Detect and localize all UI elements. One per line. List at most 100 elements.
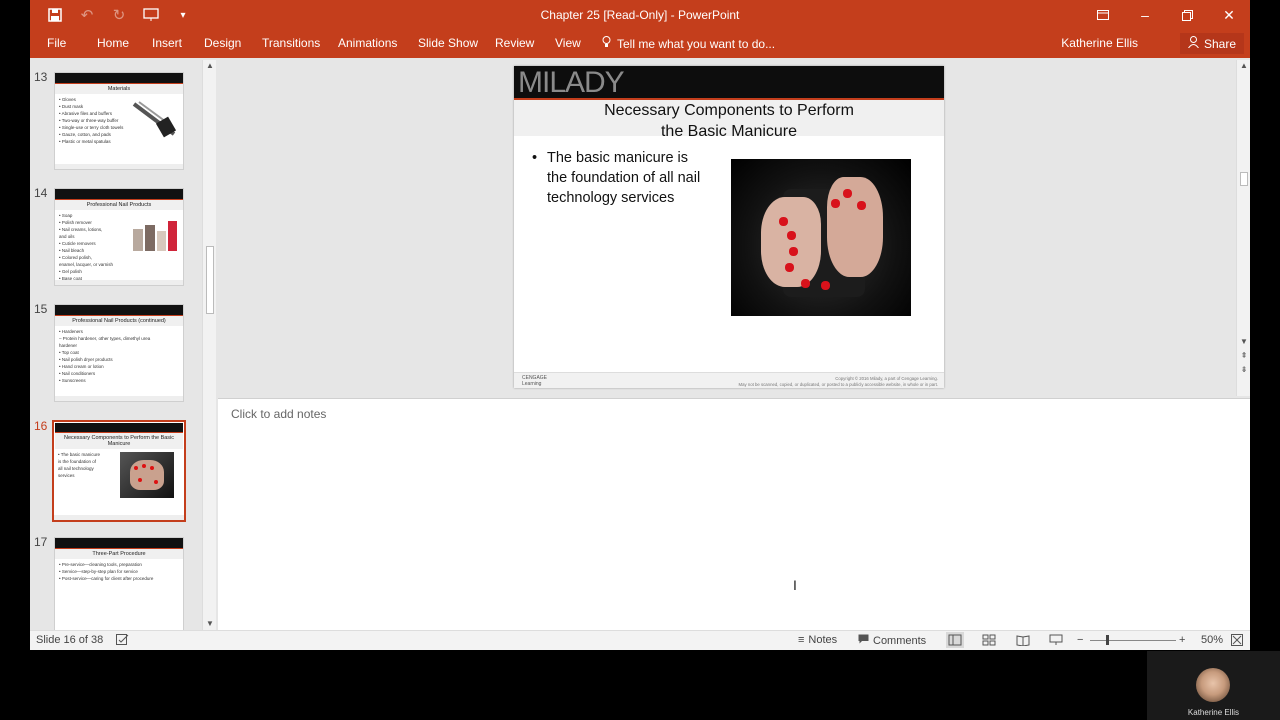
slide-scrollbar[interactable]: ▲ ▼ ⇞ ⇟ bbox=[1236, 60, 1250, 396]
close-icon[interactable]: ✕ bbox=[1208, 0, 1250, 30]
fit-to-window-icon[interactable] bbox=[1231, 634, 1243, 649]
thumbnail-body: • The basic manicure is the foundation o… bbox=[58, 452, 101, 478]
thumbnail-body: • Soap • Polish remover • Nail creams, l… bbox=[59, 213, 114, 281]
slide-footer: CENGAGE Learning Copyright © 2016 Milady… bbox=[514, 372, 944, 388]
person-icon bbox=[1188, 36, 1199, 51]
thumbnail-title: Materials bbox=[55, 84, 183, 94]
thumbnail-title: Professional Nail Products bbox=[55, 200, 183, 210]
tab-review[interactable]: Review bbox=[495, 36, 534, 50]
slide-thumbnail-pane[interactable]: 13 Materials • Gloves • Dust mask • Abra… bbox=[30, 58, 218, 630]
zoom-slider[interactable] bbox=[1090, 640, 1176, 641]
slide-title-line-1: Necessary Components to Perform bbox=[604, 102, 854, 119]
thumbnail-number: 17 bbox=[34, 535, 48, 549]
thumbnail-body: • Pre-service—cleaning tools, preparatio… bbox=[59, 562, 154, 581]
tab-file[interactable]: File bbox=[47, 36, 66, 50]
tab-insert[interactable]: Insert bbox=[152, 36, 182, 50]
thumbnail-logo-bar bbox=[55, 189, 183, 199]
notes-icon: ≡ bbox=[798, 634, 805, 646]
slide-sorter-icon[interactable] bbox=[982, 634, 996, 649]
status-bar: Slide 16 of 38 ≡ Notes Comments − + 50% bbox=[30, 630, 1250, 650]
copyright-text: Copyright © 2016 Milady, a part of Cenga… bbox=[738, 376, 938, 387]
thumbnail-logo-bar bbox=[55, 73, 183, 83]
slide-thumbnail-17[interactable]: Three-Part Procedure • Pre-service—clean… bbox=[54, 537, 184, 630]
window-title: Chapter 25 [Read-Only] - PowerPoint bbox=[540, 8, 740, 22]
scroll-up-icon[interactable]: ▲ bbox=[1237, 60, 1250, 72]
cengage-logo: CENGAGE Learning bbox=[522, 375, 548, 387]
zoom-in-icon[interactable]: + bbox=[1179, 634, 1185, 646]
bullet-marker: • bbox=[532, 150, 538, 166]
lightbulb-icon bbox=[602, 36, 611, 51]
scroll-down-icon[interactable]: ▼ bbox=[1237, 336, 1250, 348]
slide-title-line-2: the Basic Manicure bbox=[660, 123, 798, 140]
powerpoint-window: ↶ ↻ ▾ Chapter 25 [Read-Only] - PowerPoin… bbox=[30, 0, 1250, 650]
notes-pane[interactable]: Click to add notes I bbox=[218, 398, 1250, 630]
window-controls: – ✕ bbox=[1082, 0, 1250, 30]
scroll-down-icon[interactable]: ▼ bbox=[203, 618, 217, 630]
text-cursor-icon: I bbox=[793, 577, 797, 593]
tab-view[interactable]: View bbox=[555, 36, 581, 50]
slide-title[interactable]: Necessary Components to Perform the Basi… bbox=[514, 100, 944, 140]
comment-icon bbox=[858, 634, 869, 647]
slide-thumbnail-16[interactable]: Necessary Components to Perform the Basi… bbox=[52, 420, 186, 522]
minimize-icon[interactable]: – bbox=[1124, 0, 1166, 30]
tab-slide-show[interactable]: Slide Show bbox=[418, 36, 478, 50]
next-slide-icon[interactable]: ⇟ bbox=[1237, 364, 1250, 376]
participant-name: Katherine Ellis bbox=[1187, 708, 1240, 717]
thumbnail-number: 14 bbox=[34, 186, 48, 200]
previous-slide-icon[interactable]: ⇞ bbox=[1237, 350, 1250, 362]
tab-design[interactable]: Design bbox=[204, 36, 241, 50]
share-button[interactable]: Share bbox=[1179, 33, 1244, 54]
notes-label: Notes bbox=[808, 634, 838, 646]
comments-label: Comments bbox=[873, 634, 927, 647]
notes-placeholder[interactable]: Click to add notes bbox=[231, 407, 326, 421]
notes-button[interactable]: ≡ Notes bbox=[798, 634, 837, 646]
webcam-overlay: Katherine Ellis bbox=[1147, 651, 1280, 720]
reading-view-icon[interactable] bbox=[1016, 634, 1030, 649]
share-label: Share bbox=[1203, 36, 1236, 51]
tell-me-text: Tell me what you want to do... bbox=[617, 36, 776, 51]
thumbnail-title: Three-Part Procedure bbox=[55, 549, 183, 559]
thumbnail-title: Professional Nail Products (continued) bbox=[55, 316, 183, 326]
slide-editing-area[interactable]: MILADY Necessary Components to Perform t… bbox=[218, 58, 1250, 398]
nail-polish-image bbox=[133, 221, 177, 251]
spellcheck-icon[interactable] bbox=[116, 634, 129, 649]
thumbnail-number: 16 bbox=[34, 419, 48, 433]
milady-logo: MILADY bbox=[514, 66, 944, 99]
normal-view-icon[interactable] bbox=[946, 632, 964, 648]
tab-home[interactable]: Home bbox=[97, 36, 129, 50]
title-bar: ↶ ↻ ▾ Chapter 25 [Read-Only] - PowerPoin… bbox=[30, 0, 1250, 30]
bullet-text: The basic manicure is the foundation of … bbox=[547, 150, 701, 206]
slide-thumbnail-13[interactable]: Materials • Gloves • Dust mask • Abrasiv… bbox=[54, 72, 184, 170]
thumbnail-title: Necessary Components to Perform the Basi… bbox=[54, 433, 184, 449]
slide-thumbnail-14[interactable]: Professional Nail Products • Soap • Poli… bbox=[54, 188, 184, 286]
manicure-photo[interactable] bbox=[731, 159, 911, 316]
restore-icon[interactable] bbox=[1166, 0, 1208, 30]
ribbon-display-options-icon[interactable] bbox=[1082, 0, 1124, 30]
ribbon-tabs: File Home Insert Design Transitions Anim… bbox=[30, 30, 1250, 58]
zoom-out-icon[interactable]: − bbox=[1077, 634, 1083, 646]
scroll-up-icon[interactable]: ▲ bbox=[203, 60, 217, 72]
tab-animations[interactable]: Animations bbox=[338, 36, 397, 50]
slide-counter: Slide 16 of 38 bbox=[36, 634, 104, 646]
slide-thumbnail-15[interactable]: Professional Nail Products (continued) •… bbox=[54, 304, 184, 402]
participant-avatar bbox=[1196, 668, 1230, 702]
tab-transitions[interactable]: Transitions bbox=[262, 36, 320, 50]
thumbnail-logo-bar bbox=[55, 538, 183, 548]
thumbnail-logo-bar bbox=[54, 422, 184, 432]
thumbnail-logo-bar bbox=[55, 305, 183, 315]
tell-me-box[interactable]: Tell me what you want to do... bbox=[602, 36, 775, 51]
comments-button[interactable]: Comments bbox=[858, 634, 926, 647]
manicure-photo-thumbnail bbox=[120, 452, 174, 498]
account-name[interactable]: Katherine Ellis bbox=[1061, 36, 1138, 50]
zoom-slider-handle[interactable] bbox=[1106, 635, 1109, 645]
thumbnail-number: 13 bbox=[34, 70, 48, 84]
nail-tools-image bbox=[132, 101, 177, 138]
scrollbar-thumb[interactable] bbox=[1240, 172, 1248, 186]
zoom-level[interactable]: 50% bbox=[1201, 634, 1223, 646]
slideshow-view-icon[interactable] bbox=[1049, 634, 1063, 649]
thumbnail-number: 15 bbox=[34, 302, 48, 316]
thumbnail-scrollbar[interactable]: ▲ ▼ bbox=[202, 60, 216, 630]
current-slide[interactable]: MILADY Necessary Components to Perform t… bbox=[514, 66, 944, 388]
thumbnail-body: • Hardeners – Protein hardener, other ty… bbox=[59, 329, 151, 383]
scrollbar-thumb[interactable] bbox=[206, 246, 214, 314]
